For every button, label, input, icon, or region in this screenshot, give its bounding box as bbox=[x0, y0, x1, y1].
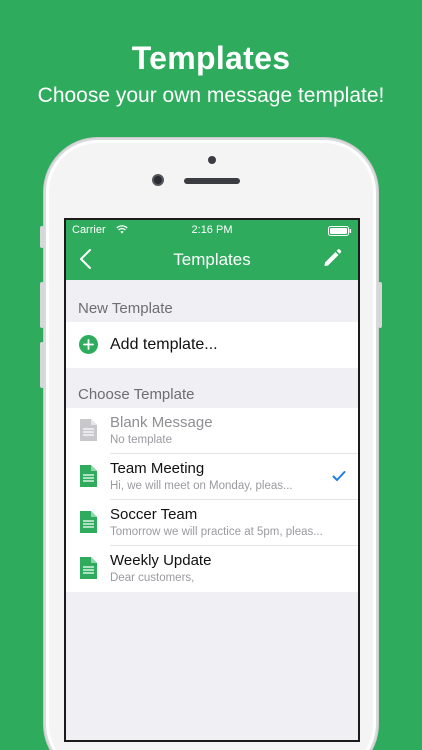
front-camera bbox=[152, 174, 164, 186]
app-screen: Carrier 2:16 PM Templates New Template A… bbox=[64, 218, 360, 742]
template-subtitle: Hi, we will meet on Monday, pleas... bbox=[110, 480, 293, 492]
mute-switch bbox=[40, 226, 44, 248]
template-row-soccer-team[interactable]: Soccer Team Tomorrow we will practice at… bbox=[66, 500, 358, 546]
status-time: 2:16 PM bbox=[191, 224, 233, 236]
template-row-blank[interactable]: Blank Message No template bbox=[66, 408, 358, 454]
template-title: Weekly Update bbox=[110, 552, 212, 569]
status-bar: Carrier 2:16 PM bbox=[66, 224, 358, 238]
volume-down-button bbox=[40, 342, 44, 388]
power-button bbox=[378, 282, 382, 328]
template-title: Team Meeting bbox=[110, 460, 205, 477]
template-row-weekly-update[interactable]: Weekly Update Dear customers, bbox=[66, 546, 358, 592]
document-icon bbox=[80, 465, 97, 487]
template-subtitle: No template bbox=[110, 434, 173, 446]
pencil-icon[interactable] bbox=[322, 248, 342, 268]
nav-title: Templates bbox=[173, 250, 251, 269]
battery-icon bbox=[328, 226, 352, 236]
new-template-group: Add template... bbox=[66, 322, 358, 368]
phone-sensor bbox=[208, 156, 216, 164]
add-template-row[interactable]: Add template... bbox=[66, 322, 358, 368]
add-template-label: Add template... bbox=[110, 336, 218, 353]
phone-speaker bbox=[184, 178, 240, 184]
promo-subtitle: Choose your own message template! bbox=[37, 84, 385, 107]
template-title: Soccer Team bbox=[110, 506, 198, 523]
plus-circle-icon bbox=[79, 335, 98, 354]
volume-up-button bbox=[40, 282, 44, 328]
promo-title: Templates bbox=[131, 40, 291, 76]
section-header-new: New Template bbox=[78, 300, 173, 317]
template-row-team-meeting[interactable]: Team Meeting Hi, we will meet on Monday,… bbox=[66, 454, 358, 500]
document-icon bbox=[80, 511, 97, 533]
document-icon bbox=[80, 557, 97, 579]
navigation-bar: Carrier 2:16 PM Templates bbox=[66, 220, 358, 280]
template-subtitle: Tomorrow we will practice at 5pm, pleas.… bbox=[110, 526, 323, 538]
checkmark-icon bbox=[332, 471, 346, 481]
template-title: Blank Message bbox=[110, 414, 213, 431]
document-icon bbox=[80, 419, 97, 441]
template-subtitle: Dear customers, bbox=[110, 572, 195, 584]
section-header-choose: Choose Template bbox=[78, 386, 195, 403]
choose-template-group: Blank Message No template Team Meeting H… bbox=[66, 408, 358, 592]
